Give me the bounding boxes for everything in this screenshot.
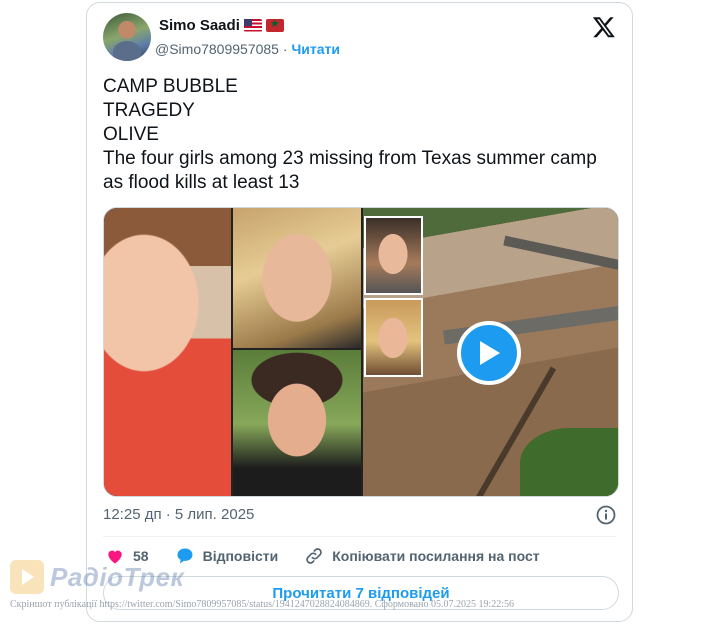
tweet-text-line: CAMP BUBBLE bbox=[103, 76, 238, 97]
tweet-text-line: OLIVE bbox=[103, 124, 159, 145]
video-thumbnail[interactable] bbox=[103, 207, 619, 497]
copy-link-label: Копіювати посилання на пост bbox=[332, 548, 540, 564]
author-name-row: Simo Saadi bbox=[159, 17, 284, 34]
watermark-brand: РадіоТрек bbox=[50, 561, 185, 592]
photo-girl-blonde bbox=[233, 208, 361, 348]
author-avatar[interactable] bbox=[103, 13, 151, 61]
tweet-text-line: TRAGEDY bbox=[103, 100, 195, 121]
play-button[interactable] bbox=[457, 321, 521, 385]
link-icon bbox=[306, 548, 323, 564]
photo-girl-red-shirt bbox=[104, 208, 231, 496]
x-logo-icon[interactable] bbox=[592, 15, 616, 39]
copy-link-button[interactable]: Копіювати посилання на пост bbox=[304, 546, 540, 566]
photo-inset-girl-2 bbox=[364, 298, 423, 377]
us-flag-icon bbox=[243, 19, 262, 32]
tweet-card: Simo Saadi @Simo7809957085 · Читати CAMP… bbox=[86, 2, 633, 622]
author-handle[interactable]: @Simo7809957085 bbox=[155, 41, 279, 57]
separator-dot: · bbox=[282, 41, 288, 57]
author-handle-row: @Simo7809957085 · Читати bbox=[155, 41, 340, 57]
watermark-logo: РадіоТрек bbox=[10, 560, 184, 594]
divider bbox=[103, 536, 616, 537]
screenshot-caption: Скріншот публікації https://twitter.com/… bbox=[10, 599, 515, 610]
radio-play-icon bbox=[10, 560, 44, 594]
photo-inset-girl-1 bbox=[364, 216, 423, 295]
photo-boy-smiling bbox=[233, 350, 361, 496]
author-name[interactable]: Simo Saadi bbox=[159, 17, 240, 34]
reply-button[interactable]: Відповісти bbox=[175, 546, 279, 566]
tweet-timestamp[interactable]: 12:25 дп · 5 лип. 2025 bbox=[103, 506, 254, 523]
follow-link[interactable]: Читати bbox=[291, 41, 340, 57]
tweet-text: CAMP BUBBLE TRAGEDY OLIVE The four girls… bbox=[103, 75, 603, 195]
tweet-text-line: The four girls among 23 missing from Tex… bbox=[103, 148, 597, 193]
reply-label: Відповісти bbox=[202, 548, 279, 564]
info-icon[interactable] bbox=[596, 505, 616, 525]
play-icon bbox=[480, 341, 500, 365]
morocco-flag-icon bbox=[265, 17, 284, 32]
